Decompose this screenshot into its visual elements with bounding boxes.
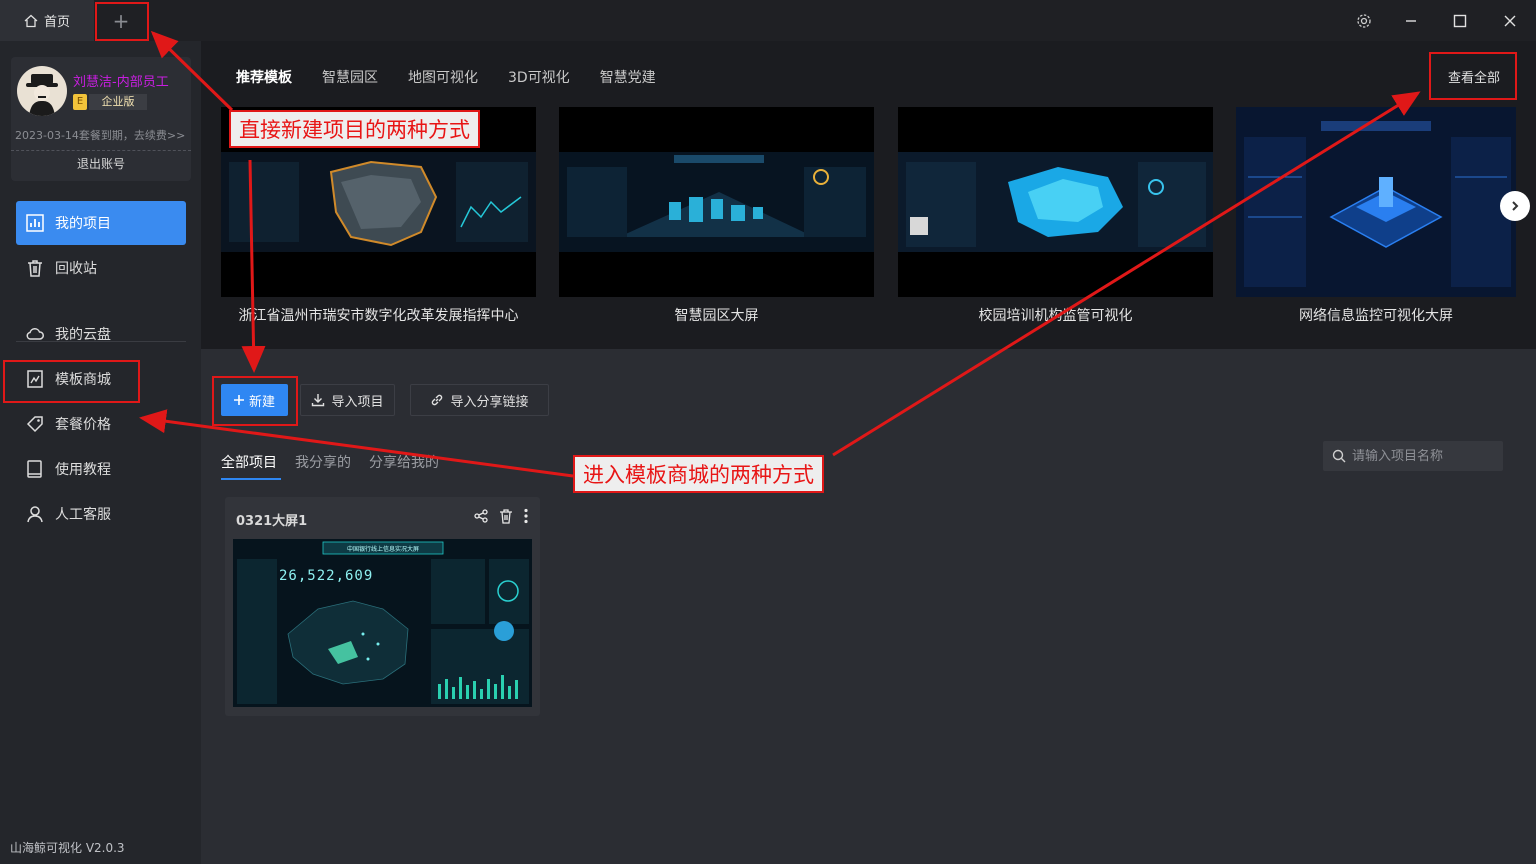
chart-icon — [26, 214, 44, 232]
minimize-icon — [1406, 20, 1416, 22]
sidebar-item-support[interactable]: 人工客服 — [16, 492, 186, 536]
sidebar-item-cloud[interactable]: 我的云盘 — [16, 312, 186, 356]
search-box — [1323, 441, 1503, 471]
tab-party-building[interactable]: 智慧党建 — [600, 67, 656, 87]
tab-3d-visual[interactable]: 3D可视化 — [508, 67, 570, 87]
tab-all-projects[interactable]: 全部项目 — [221, 452, 277, 472]
annotation-label-store-methods: 进入模板商城的两种方式 — [573, 455, 824, 493]
title-bar: 首页 + — [0, 0, 1536, 41]
template-tabs: 推荐模板 智慧园区 地图可视化 3D可视化 智慧党建 — [236, 67, 656, 87]
more-icon[interactable] — [524, 508, 528, 524]
trash-icon[interactable] — [498, 508, 514, 524]
gear-icon — [1357, 14, 1371, 28]
template-caption: 校园培训机构监管可视化 — [978, 308, 1133, 324]
user-icon — [27, 506, 43, 523]
search-icon — [1332, 449, 1346, 463]
tab-shared-with-me[interactable]: 分享给我的 — [369, 452, 439, 472]
sidebar-item-label: 我的项目 — [55, 216, 111, 232]
import-share-link-label: 导入分享链接 — [450, 394, 529, 410]
template-card[interactable]: 网络信息监控可视化大屏 — [1236, 107, 1516, 325]
close-button[interactable] — [1497, 8, 1523, 34]
tag-icon — [26, 416, 43, 433]
minimize-button[interactable] — [1398, 8, 1424, 34]
divider — [11, 150, 191, 151]
annotation-box-new-button — [212, 376, 298, 426]
sidebar: 刘慧洁-内部员工 E 企业版 2023-03-14套餐到期，去续费>> 退出账号… — [0, 41, 201, 864]
project-thumbnail: 中国银行线上信息实况大屏 26,522,609 — [233, 539, 532, 707]
sidebar-item-my-projects[interactable]: 我的项目 — [16, 201, 186, 245]
tab-home-label: 首页 — [43, 15, 70, 30]
project-tabs: 全部项目 我分享的 分享给我的 — [221, 452, 439, 472]
template-thumbnail — [1236, 107, 1516, 297]
import-project-button[interactable]: 导入项目 — [300, 384, 395, 416]
sidebar-item-tutorial[interactable]: 使用教程 — [16, 447, 186, 491]
annotation-box-new-tab — [95, 2, 149, 41]
template-thumbnail — [559, 107, 874, 297]
annotation-box-see-all — [1429, 52, 1517, 100]
template-thumbnail — [898, 107, 1213, 297]
import-share-link-button[interactable]: 导入分享链接 — [410, 384, 549, 416]
template-caption: 浙江省温州市瑞安市数字化改革发展指挥中心 — [238, 308, 519, 324]
trash-icon — [28, 260, 42, 277]
project-actions — [474, 508, 528, 524]
avatar[interactable] — [17, 66, 67, 116]
home-icon — [24, 14, 38, 27]
sidebar-item-label: 使用教程 — [55, 462, 111, 478]
download-icon — [312, 394, 325, 407]
template-caption: 智慧园区大屏 — [674, 308, 759, 324]
sidebar-item-label: 我的云盘 — [55, 327, 111, 343]
project-search-input[interactable] — [1352, 448, 1492, 464]
link-icon — [432, 394, 443, 406]
carousel-next-button[interactable] — [1500, 191, 1530, 221]
thumbnail-number: 26,522,609 — [279, 568, 373, 584]
maximize-icon — [1453, 14, 1467, 28]
tier-label: 企业版 — [89, 94, 147, 110]
chevron-right-icon — [1512, 201, 1519, 211]
annotation-label-new-methods: 直接新建项目的两种方式 — [229, 110, 480, 148]
tab-smart-park[interactable]: 智慧园区 — [322, 67, 378, 87]
template-card[interactable]: 校园培训机构监管可视化 — [898, 107, 1213, 325]
app-version: 山海鲸可视化 V2.0.3 — [10, 841, 125, 855]
logout-button[interactable]: 退出账号 — [11, 155, 191, 172]
close-icon — [1504, 15, 1516, 27]
tab-my-shared[interactable]: 我分享的 — [295, 452, 351, 472]
sidebar-item-label: 人工客服 — [55, 507, 111, 523]
project-name: 0321大屏1 — [236, 514, 308, 529]
sidebar-item-recycle-bin[interactable]: 回收站 — [16, 246, 186, 290]
template-card[interactable]: 智慧园区大屏 — [559, 107, 874, 325]
tab-home[interactable]: 首页 — [0, 0, 94, 41]
active-tab-indicator — [221, 478, 281, 480]
thumbnail-title: 中国银行线上信息实况大屏 — [347, 545, 419, 553]
renew-link[interactable]: 2023-03-14套餐到期，去续费>> — [15, 127, 185, 143]
annotation-box-template-store — [3, 360, 140, 403]
tier-badge: E — [73, 94, 87, 110]
share-icon[interactable] — [474, 509, 488, 523]
tab-recommended[interactable]: 推荐模板 — [236, 67, 292, 87]
import-project-label: 导入项目 — [331, 394, 384, 410]
settings-button[interactable] — [1351, 8, 1377, 34]
sidebar-item-pricing[interactable]: 套餐价格 — [16, 402, 186, 446]
user-card: 刘慧洁-内部员工 E 企业版 2023-03-14套餐到期，去续费>> 退出账号 — [11, 57, 191, 181]
sidebar-item-label: 回收站 — [55, 261, 97, 277]
template-section: 推荐模板 智慧园区 地图可视化 3D可视化 智慧党建 查看全部 浙江省温州市瑞安… — [201, 41, 1536, 349]
user-name: 刘慧洁-内部员工 — [73, 75, 169, 90]
maximize-button[interactable] — [1447, 8, 1473, 34]
sidebar-item-label: 套餐价格 — [55, 417, 111, 433]
template-caption: 网络信息监控可视化大屏 — [1299, 308, 1453, 324]
book-icon — [27, 460, 42, 478]
project-card[interactable]: 0321大屏1 中国银行线上信息实况大屏 26,522,609 — [225, 497, 540, 716]
tab-map-visual[interactable]: 地图可视化 — [408, 67, 478, 87]
cloud-icon — [26, 328, 44, 340]
